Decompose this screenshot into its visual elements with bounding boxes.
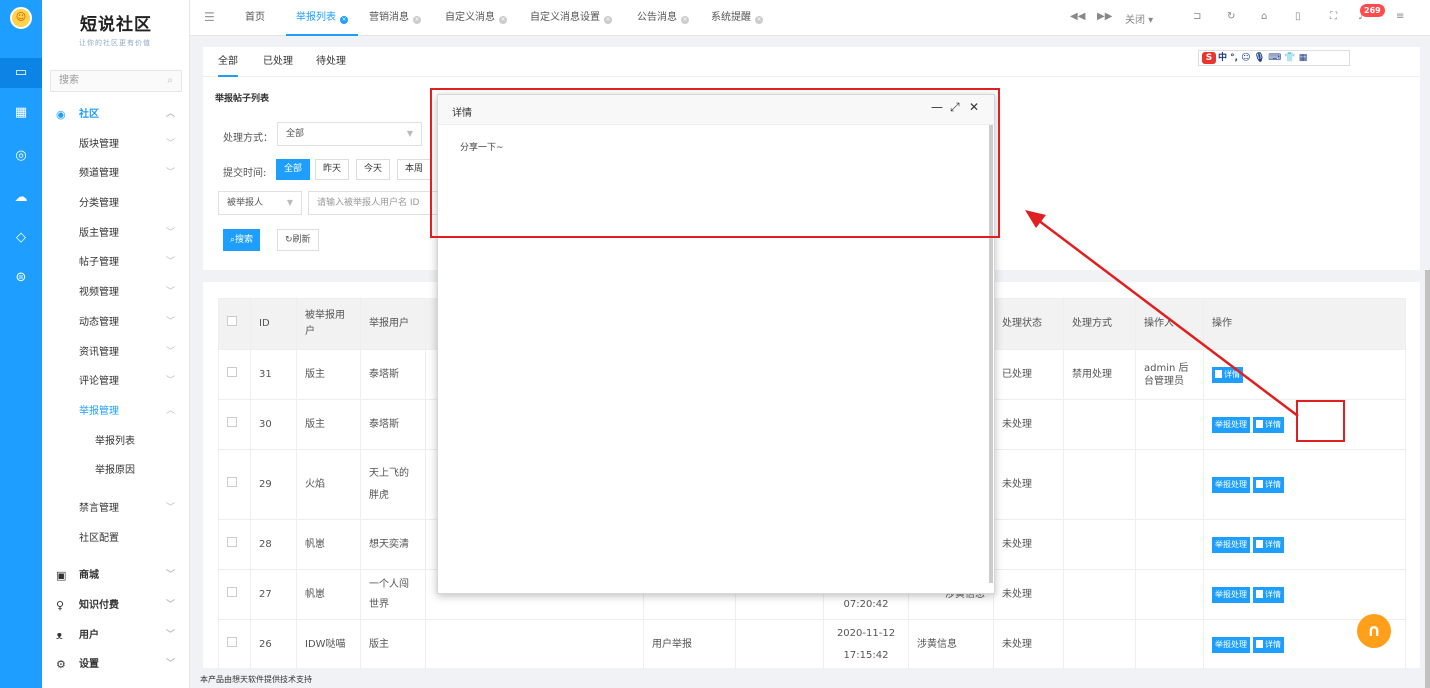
annotation-arrow-line [1033,216,1299,417]
annotation-arrow [1025,210,1299,417]
support-chat-icon[interactable]: ∩ [1357,614,1391,648]
annotation-arrow-head [1025,210,1046,228]
